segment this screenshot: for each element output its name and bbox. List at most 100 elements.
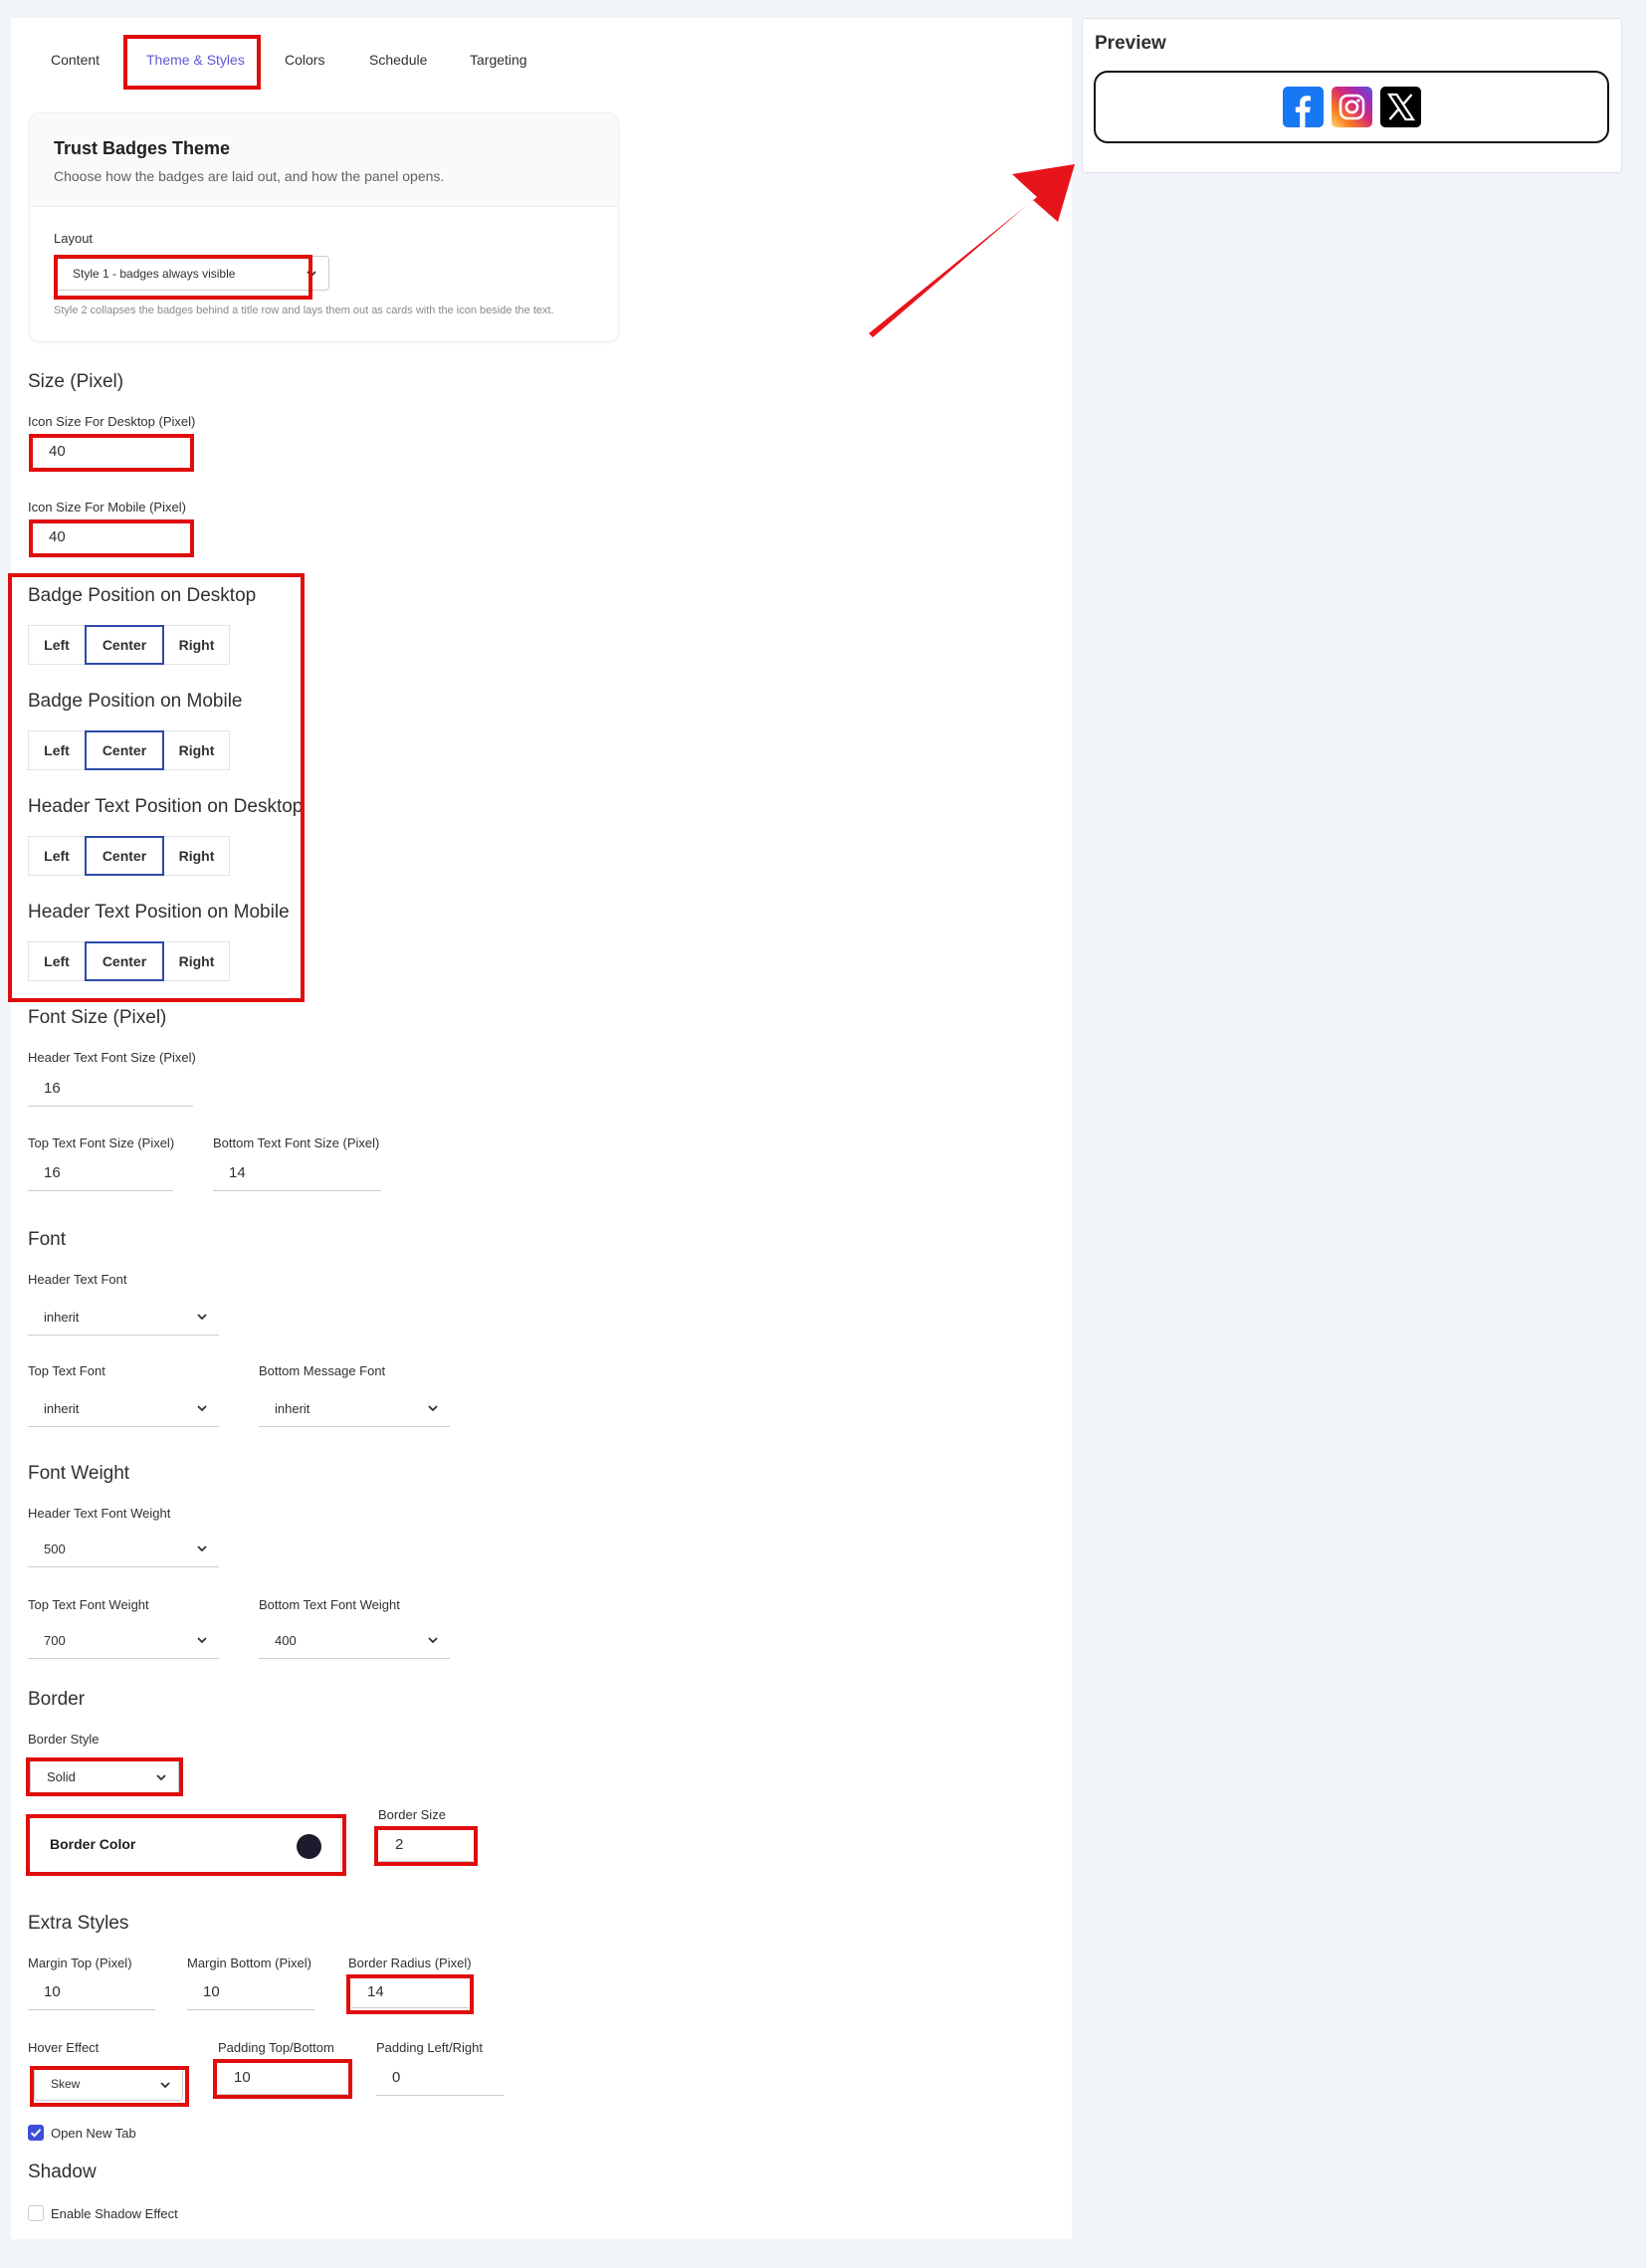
bottom-font-size-input[interactable]: 14 — [213, 1155, 381, 1191]
trust-badges-theme-card: Trust Badges Theme Choose how the badges… — [29, 112, 619, 342]
top-font-size-input[interactable]: 16 — [28, 1155, 173, 1191]
enable-shadow-checkbox[interactable] — [28, 2205, 44, 2221]
header-mobile-center-option[interactable]: Center — [85, 941, 164, 981]
border-style-value: Solid — [47, 1768, 76, 1784]
header-position-desktop-control: Left Center Right — [28, 836, 230, 876]
tab-theme-styles[interactable]: Theme & Styles — [146, 52, 245, 68]
top-font-weight-select[interactable]: 700 — [28, 1623, 219, 1659]
preview-badges-container — [1094, 71, 1609, 143]
bottom-font-weight-select[interactable]: 400 — [259, 1623, 450, 1659]
top-font-weight-value: 700 — [44, 1633, 66, 1648]
header-position-mobile-heading: Header Text Position on Mobile — [28, 902, 290, 923]
badge-mobile-right-option[interactable]: Right — [163, 730, 230, 770]
border-color-swatch[interactable] — [297, 1834, 321, 1859]
header-desktop-right-option[interactable]: Right — [163, 836, 230, 876]
instagram-badge[interactable] — [1331, 87, 1372, 127]
open-new-tab-checkbox[interactable] — [28, 2125, 44, 2141]
border-size-label: Border Size — [378, 1807, 446, 1822]
facebook-badge[interactable] — [1282, 87, 1324, 127]
bottom-font-weight-label: Bottom Text Font Weight — [259, 1597, 400, 1612]
header-position-mobile-control: Left Center Right — [28, 941, 230, 981]
border-size-input[interactable]: 2 — [379, 1828, 473, 1862]
border-color-label: Border Color — [50, 1836, 136, 1852]
margin-top-label: Margin Top (Pixel) — [28, 1956, 132, 1970]
padding-tb-label: Padding Top/Bottom — [218, 2040, 334, 2055]
checkmark-icon — [30, 2129, 42, 2138]
border-radius-label: Border Radius (Pixel) — [348, 1956, 472, 1970]
header-font-value: inherit — [44, 1310, 80, 1325]
padding-lr-input[interactable]: 0 — [376, 2060, 504, 2096]
layout-label: Layout — [54, 231, 94, 246]
header-font-select[interactable]: inherit — [28, 1300, 219, 1336]
header-desktop-left-option[interactable]: Left — [28, 836, 86, 876]
bottom-font-weight-value: 400 — [275, 1633, 297, 1648]
layout-select[interactable]: Style 1 - badges always visible — [56, 256, 329, 291]
badge-position-desktop-heading: Badge Position on Desktop — [28, 585, 257, 606]
header-font-size-input[interactable]: 16 — [28, 1071, 193, 1107]
enable-shadow-label: Enable Shadow Effect — [51, 2206, 178, 2221]
top-font-value: inherit — [44, 1401, 80, 1416]
chevron-down-icon — [156, 1774, 166, 1781]
icon-size-desktop-label: Icon Size For Desktop (Pixel) — [28, 414, 196, 429]
layout-select-value: Style 1 - badges always visible — [73, 266, 236, 281]
chevron-down-icon — [197, 1314, 207, 1321]
tab-schedule[interactable]: Schedule — [369, 52, 427, 68]
chevron-down-icon — [197, 1405, 207, 1412]
bottom-font-size-label: Bottom Text Font Size (Pixel) — [213, 1135, 380, 1150]
badge-mobile-center-option[interactable]: Center — [85, 730, 164, 770]
chevron-down-icon — [197, 1637, 207, 1644]
hover-effect-value: Skew — [51, 2077, 81, 2091]
border-style-label: Border Style — [28, 1732, 100, 1747]
shadow-heading: Shadow — [28, 2162, 97, 2182]
header-font-label: Header Text Font — [28, 1272, 127, 1287]
icon-size-mobile-input[interactable]: 40 — [33, 519, 190, 555]
top-font-select[interactable]: inherit — [28, 1391, 219, 1427]
layout-help-text: Style 2 collapses the badges behind a ti… — [54, 305, 554, 316]
tab-content[interactable]: Content — [51, 52, 100, 68]
chevron-down-icon — [428, 1405, 438, 1412]
badge-desktop-center-option[interactable]: Center — [85, 625, 164, 665]
chevron-down-icon — [428, 1637, 438, 1644]
instagram-icon — [1338, 94, 1364, 120]
extra-styles-heading: Extra Styles — [28, 1913, 129, 1934]
font-size-heading: Font Size (Pixel) — [28, 1007, 167, 1028]
badge-mobile-left-option[interactable]: Left — [28, 730, 86, 770]
preview-panel: Preview — [1082, 18, 1622, 173]
tab-targeting[interactable]: Targeting — [470, 52, 527, 68]
bottom-font-select[interactable]: inherit — [259, 1391, 450, 1427]
header-desktop-center-option[interactable]: Center — [85, 836, 164, 876]
chevron-down-icon — [197, 1546, 207, 1552]
header-font-weight-label: Header Text Font Weight — [28, 1506, 171, 1521]
header-mobile-left-option[interactable]: Left — [28, 941, 86, 981]
padding-tb-input[interactable]: 10 — [218, 2061, 347, 2095]
border-color-picker[interactable]: Border Color — [29, 1817, 341, 1873]
x-badge[interactable] — [1379, 87, 1421, 127]
header-mobile-right-option[interactable]: Right — [163, 941, 230, 981]
open-new-tab-label: Open New Tab — [51, 2126, 136, 2141]
hover-effect-label: Hover Effect — [28, 2040, 100, 2055]
border-style-select[interactable]: Solid — [30, 1759, 179, 1793]
margin-bottom-input[interactable]: 10 — [187, 1974, 314, 2010]
preview-title: Preview — [1095, 33, 1166, 54]
x-icon — [1386, 93, 1415, 121]
facebook-icon — [1295, 96, 1311, 127]
header-font-weight-select[interactable]: 500 — [28, 1532, 219, 1567]
theme-card-header — [30, 113, 618, 207]
font-heading: Font — [28, 1229, 67, 1250]
badge-desktop-right-option[interactable]: Right — [163, 625, 230, 665]
bottom-font-label: Bottom Message Font — [259, 1363, 386, 1378]
padding-lr-label: Padding Left/Right — [376, 2040, 483, 2055]
icon-size-desktop-input[interactable]: 40 — [33, 434, 190, 470]
top-font-size-label: Top Text Font Size (Pixel) — [28, 1135, 175, 1150]
header-position-desktop-heading: Header Text Position on Desktop — [28, 796, 304, 817]
hover-effect-select[interactable]: Skew — [34, 2067, 183, 2101]
settings-panel — [11, 18, 1072, 2239]
badge-position-mobile-control: Left Center Right — [28, 730, 230, 770]
margin-top-input[interactable]: 10 — [28, 1974, 155, 2010]
tab-colors[interactable]: Colors — [285, 52, 324, 68]
border-radius-input[interactable]: 14 — [351, 1976, 469, 2008]
badge-desktop-left-option[interactable]: Left — [28, 625, 86, 665]
header-font-weight-value: 500 — [44, 1542, 66, 1556]
bottom-font-value: inherit — [275, 1401, 310, 1416]
font-weight-heading: Font Weight — [28, 1463, 130, 1484]
